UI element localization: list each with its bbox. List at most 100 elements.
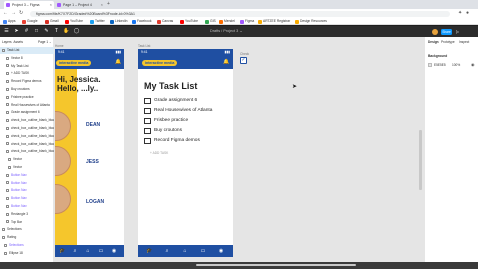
checkbox[interactable] (144, 127, 151, 134)
bookmark-item[interactable]: Apps (3, 18, 16, 25)
layer-item[interactable]: Vector (0, 164, 54, 171)
task-item[interactable]: Real Housewives of Atlanta (144, 107, 232, 115)
share-button[interactable]: Share (441, 28, 452, 35)
checkbox[interactable] (144, 97, 151, 104)
chat-icon[interactable]: ▭ (98, 248, 104, 254)
layer-item[interactable]: My Task List (0, 63, 54, 70)
component-label[interactable]: Check (240, 52, 249, 56)
layer-item[interactable]: Vector (0, 156, 54, 163)
layer-item[interactable]: Frisbee practice (0, 94, 54, 101)
home-icon[interactable]: ⌂ (85, 248, 91, 254)
eye-icon[interactable]: ◉ (471, 62, 475, 67)
bookmark-item[interactable]: ARTZEE Registrar (258, 18, 290, 25)
bell-icon[interactable]: 🔔 (115, 59, 122, 66)
layer-item[interactable]: Button Nav (0, 172, 54, 179)
layer-item[interactable]: + ADD TASK (0, 70, 54, 77)
hex-input[interactable]: E5E5E5 (434, 63, 446, 67)
task-item[interactable]: Buy croutons (144, 127, 232, 135)
layer-item[interactable]: Grade assignment 6 (0, 109, 54, 116)
layer-item[interactable]: Button Nav (0, 187, 54, 194)
layer-item[interactable]: check_box_outline_blank_blac… (0, 125, 54, 132)
task-item[interactable]: Frisbee practice (144, 117, 232, 125)
tab-inspect[interactable]: Inspect (459, 40, 469, 44)
pen-tool-icon[interactable]: ✎ (43, 28, 50, 35)
graduation-cap-icon[interactable]: 🎓 (59, 248, 65, 254)
file-title[interactable]: Drafts / Project 3 ⌄ (210, 26, 270, 37)
profile-icon[interactable]: ● (466, 10, 469, 17)
layer-item[interactable]: Ellipse 18 (0, 250, 54, 257)
layer-item[interactable]: check_box_outline_blank_blac… (0, 117, 54, 124)
checkbox-component[interactable]: ✓ (240, 57, 247, 64)
horizontal-scrollbar[interactable] (196, 264, 356, 266)
task-list-frame[interactable]: 9:41 ▮▮▮ interactive media 🔔 My Task List… (138, 49, 233, 257)
page-selector[interactable]: Page 1 ⌄ (38, 40, 52, 44)
back-icon[interactable]: ← (3, 10, 8, 17)
layer-item[interactable]: check_box_outline_blank_blac… (0, 148, 54, 155)
extensions-icon[interactable]: ✦ (458, 10, 462, 17)
layer-item[interactable]: Button Nav (0, 195, 54, 202)
vertical-scrollbar[interactable] (419, 130, 422, 190)
reload-icon[interactable]: ↻ (19, 10, 23, 17)
browser-tab[interactable]: Page 1 – Project 4 × (55, 1, 105, 9)
task-item[interactable]: Record Figma demos (144, 137, 232, 145)
opacity-input[interactable]: 100% (452, 63, 460, 67)
checkbox[interactable] (144, 137, 151, 144)
home-frame[interactable]: 9:41 ▮▮▮ interactive media 🔔 Hi, Jessica.… (55, 49, 124, 257)
layer-item[interactable]: Selections (0, 242, 54, 249)
avatar[interactable] (432, 28, 438, 35)
layer-item[interactable]: Rating (0, 234, 54, 241)
color-swatch[interactable] (428, 63, 432, 67)
bookmark-item[interactable]: GIS (205, 18, 216, 25)
layer-item[interactable]: Buy croutons (0, 86, 54, 93)
hand-tool-icon[interactable]: ✋ (63, 28, 70, 35)
profile-icon[interactable]: ◉ (111, 248, 117, 254)
bookmark-item[interactable]: Figma (240, 18, 254, 25)
profile-icon[interactable]: ◉ (218, 248, 224, 254)
shape-tool-icon[interactable]: □ (33, 28, 40, 35)
new-tab-icon[interactable]: + (107, 0, 110, 9)
bell-icon[interactable]: 🔔 (223, 59, 230, 66)
frame-label[interactable]: Task List (138, 44, 150, 48)
layer-item[interactable]: Button Nav (0, 203, 54, 210)
bookmark-item[interactable]: Design Resources (295, 18, 327, 25)
bookmark-item[interactable]: YouTube (180, 18, 198, 25)
figma-menu-icon[interactable]: ☰ (3, 28, 10, 35)
checkbox[interactable] (144, 107, 151, 114)
layer-item[interactable]: Button Nav (0, 180, 54, 187)
chat-icon[interactable]: ▭ (200, 248, 206, 254)
bookmark-item[interactable]: Canvas (157, 18, 173, 25)
bookmark-item[interactable]: Mendel (219, 18, 235, 25)
move-tool-icon[interactable]: ➤ (13, 28, 20, 35)
tab-design[interactable]: Design (428, 40, 439, 44)
frame-label[interactable]: Home (55, 44, 64, 48)
home-icon[interactable]: ⌂ (182, 248, 188, 254)
bookmark-item[interactable]: Gmail (45, 18, 59, 25)
frame-tool-icon[interactable]: # (23, 28, 30, 35)
bookmark-item[interactable]: Facebook (132, 18, 151, 25)
tab-layers[interactable]: Layers Assets (2, 40, 23, 44)
search-icon[interactable]: ⌕ (164, 248, 170, 254)
close-icon[interactable]: × (50, 1, 52, 9)
bookmark-item[interactable]: LinkedIn (110, 18, 127, 25)
layer-item[interactable]: Real Housewives of Atlanta (0, 102, 54, 109)
layer-item[interactable]: Top Bar (0, 219, 54, 226)
close-icon[interactable]: × (101, 1, 103, 9)
layer-item[interactable]: Task List (0, 47, 54, 54)
layer-item[interactable]: Vector 8 (0, 55, 54, 62)
text-tool-icon[interactable]: T (53, 28, 60, 35)
add-task-button[interactable]: + ADD TASK (150, 151, 168, 155)
bookmark-item[interactable]: Google (22, 18, 38, 25)
layer-item[interactable]: Record Figma demos (0, 78, 54, 85)
layer-item[interactable]: Rectangle 3 (0, 211, 54, 218)
task-item[interactable]: Grade assignment 6 (144, 97, 232, 105)
layer-item[interactable]: check_box_outline_blank_blac… (0, 133, 54, 140)
bookmark-item[interactable]: Twitter (90, 18, 105, 25)
tab-prototype[interactable]: Prototype (441, 40, 455, 44)
checkbox[interactable] (144, 117, 151, 124)
browser-tab-active[interactable]: Project 3 – Figma × (4, 1, 54, 9)
url-field[interactable]: figma.com/file/K7X7F2D/Graded%20Board%3F… (30, 10, 450, 17)
present-icon[interactable]: ▷ (456, 29, 462, 35)
search-icon[interactable]: ⌕ (72, 248, 78, 254)
bookmark-item[interactable]: YouTube (65, 18, 83, 25)
forward-icon[interactable]: → (11, 10, 16, 17)
